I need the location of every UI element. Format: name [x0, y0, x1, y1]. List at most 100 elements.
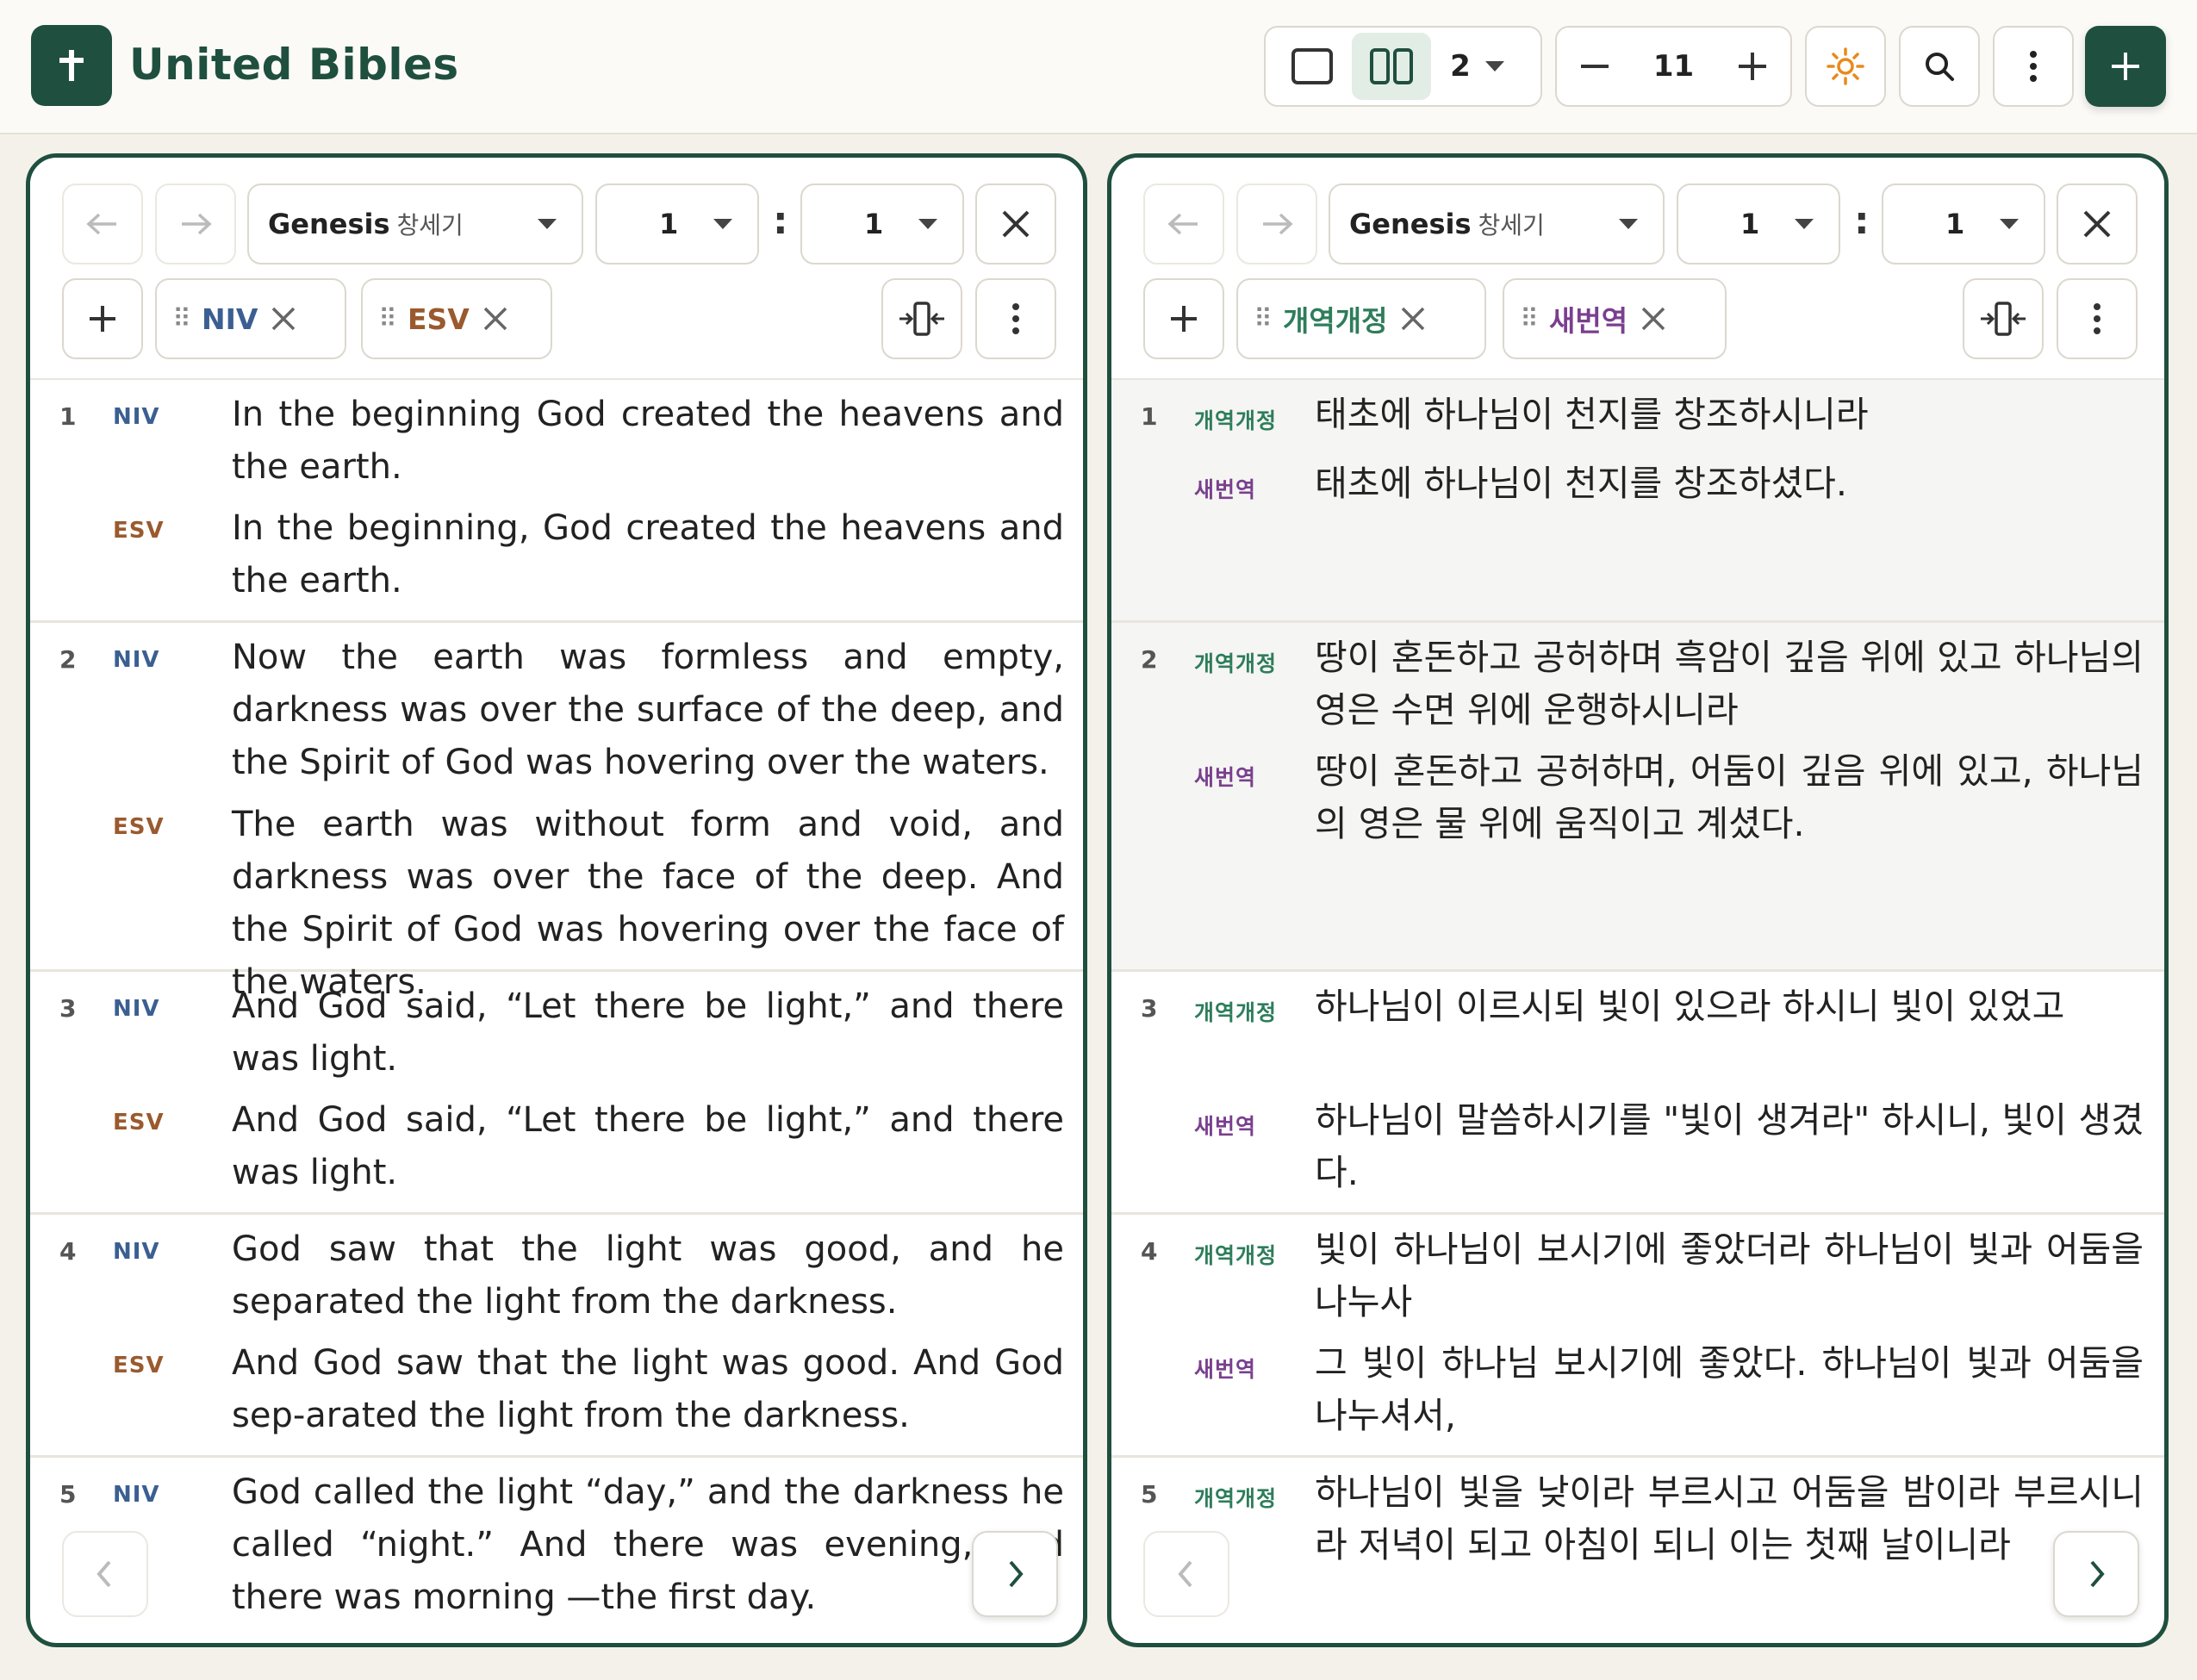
drag-handle-icon[interactable]: ⠿ — [1254, 304, 1273, 334]
remove-icon[interactable] — [270, 305, 297, 333]
verse-row[interactable]: 3 NIV And God said, “Let there be light,… — [30, 972, 1083, 1215]
verse-row[interactable]: 5 NIV God called the light “day,” and th… — [30, 1458, 1083, 1643]
remove-icon[interactable] — [1399, 305, 1427, 333]
chevron-down-icon — [1795, 219, 1814, 229]
translation-label: 새번역 — [1194, 765, 1257, 790]
forward-button[interactable] — [155, 184, 236, 264]
verse-number: 5 — [1141, 1480, 1158, 1509]
close-pane-button[interactable] — [2057, 184, 2138, 264]
font-size-control: 11 — [1555, 26, 1792, 107]
chapter-verse-separator: : — [773, 199, 788, 243]
translation-label: NIV — [113, 647, 160, 673]
verse-list: 1 개역개정 태초에 하나님이 천지를 창조하시니라 새번역 태초에 하나님이 … — [1111, 380, 2164, 1643]
verse-row[interactable]: 4 NIV God saw that the light was good, a… — [30, 1215, 1083, 1458]
pane-toolbar: Genesis 창세기 1 : 1 ⠿ NIV ⠿ ESV — [30, 158, 1083, 380]
translation-label: 개역개정 — [1194, 408, 1278, 433]
next-chapter-button[interactable] — [972, 1531, 1058, 1617]
previous-chapter-button[interactable] — [62, 1531, 148, 1617]
verse-text: And God said, “Let there be light,” and … — [232, 986, 1064, 1079]
translation-chip-label: ESV — [407, 302, 470, 336]
verse-number: 1 — [1141, 402, 1158, 431]
app-header: United Bibles 2 11 — [0, 0, 2197, 134]
verse-row[interactable]: 1 개역개정 태초에 하나님이 천지를 창조하시니라 새번역 태초에 하나님이 … — [1111, 380, 2164, 623]
plus-icon — [2112, 53, 2139, 80]
pane-menu-button[interactable] — [975, 278, 1056, 359]
plus-icon — [90, 306, 115, 332]
verse-row[interactable]: 4 개역개정 빛이 하나님이 보시기에 좋았더라 하나님이 빛과 어둠을 나누사… — [1111, 1215, 2164, 1458]
verse-row[interactable]: 1 NIV In the beginning God created the h… — [30, 380, 1083, 623]
search-button[interactable] — [1899, 26, 1980, 107]
pane-toolbar: Genesis 창세기 1 : 1 ⠿ 개역개정 ⠿ 새번역 — [1111, 158, 2164, 380]
verse-value: 1 — [1945, 208, 1965, 240]
plus-icon — [1171, 306, 1197, 332]
column-count-select[interactable]: 2 — [1431, 28, 1526, 105]
verse-select[interactable]: 1 — [1882, 184, 2045, 264]
chevron-down-icon — [1619, 219, 1638, 229]
sync-scroll-icon — [1981, 302, 2026, 336]
increase-font-icon[interactable] — [1735, 49, 1770, 84]
back-button[interactable] — [62, 184, 143, 264]
verse-number: 3 — [1141, 994, 1158, 1023]
theme-toggle-button[interactable] — [1805, 26, 1886, 107]
pane-menu-button[interactable] — [2057, 278, 2138, 359]
verse-value: 1 — [864, 208, 884, 240]
book-name: Genesis — [1349, 208, 1472, 240]
translation-chip-rnksv[interactable]: ⠿ 새번역 — [1503, 278, 1727, 359]
add-pane-button[interactable] — [2085, 26, 2166, 107]
verse-text: 태초에 하나님이 천지를 창조하셨다. — [1315, 463, 1847, 504]
verse-list: 1 NIV In the beginning God created the h… — [30, 380, 1083, 1643]
chapter-select[interactable]: 1 — [595, 184, 759, 264]
more-options-button[interactable] — [1993, 26, 2074, 107]
translation-chip-esv[interactable]: ⠿ ESV — [361, 278, 552, 359]
forward-button[interactable] — [1236, 184, 1317, 264]
remove-icon[interactable] — [482, 305, 509, 333]
verse-row[interactable]: 3 개역개정 하나님이 이르시되 빛이 있으라 하시니 빛이 있었고 새번역 하… — [1111, 972, 2164, 1215]
font-size-value: 11 — [1652, 49, 1695, 84]
close-pane-button[interactable] — [975, 184, 1056, 264]
book-select[interactable]: Genesis 창세기 — [1329, 184, 1665, 264]
add-translation-button[interactable] — [1143, 278, 1224, 359]
previous-chapter-button[interactable] — [1143, 1531, 1229, 1617]
translation-chip-niv[interactable]: ⠿ NIV — [155, 278, 346, 359]
drag-handle-icon[interactable]: ⠿ — [1520, 304, 1539, 334]
two-column-button[interactable] — [1352, 33, 1431, 100]
add-translation-button[interactable] — [62, 278, 143, 359]
chevron-down-icon — [713, 219, 732, 229]
sync-scroll-button[interactable] — [881, 278, 962, 359]
verse-text: 하나님이 말씀하시기를 "빛이 생겨라" 하시니, 빛이 생겼다. — [1315, 1099, 2144, 1193]
translation-chip-krv[interactable]: ⠿ 개역개정 — [1236, 278, 1486, 359]
kebab-menu-icon — [2030, 51, 2037, 82]
chevron-down-icon — [1484, 61, 1504, 72]
translation-label: ESV — [113, 518, 165, 544]
translation-label: 개역개정 — [1194, 651, 1278, 676]
verse-text: And God said, “Let there be light,” and … — [232, 1100, 1064, 1192]
kebab-menu-icon — [2094, 303, 2101, 334]
sync-scroll-button[interactable] — [1963, 278, 2044, 359]
decrease-font-icon[interactable] — [1578, 49, 1612, 84]
verse-row[interactable]: 2 개역개정 땅이 혼돈하고 공허하며 흑암이 깊음 위에 있고 하나님의 영은… — [1111, 623, 2164, 972]
verse-row[interactable]: 5 개역개정 하나님이 빛을 낮이라 부르시고 어둠을 밤이라 부르시니라 저녁… — [1111, 1458, 2164, 1643]
verse-text: God called the light “day,” and the dark… — [232, 1472, 1064, 1617]
verse-row[interactable]: 2 NIV Now the earth was formless and emp… — [30, 623, 1083, 1002]
drag-handle-icon[interactable]: ⠿ — [378, 304, 397, 334]
chapter-value: 1 — [1740, 208, 1760, 240]
translation-label: NIV — [113, 404, 160, 430]
book-select[interactable]: Genesis 창세기 — [247, 184, 583, 264]
next-chapter-button[interactable] — [2053, 1531, 2139, 1617]
drag-handle-icon[interactable]: ⠿ — [172, 304, 191, 334]
verse-select[interactable]: 1 — [800, 184, 964, 264]
chevron-left-icon — [1178, 1560, 1192, 1588]
chapter-select[interactable]: 1 — [1677, 184, 1840, 264]
verse-text: And God saw that the light was good. And… — [232, 1343, 1064, 1435]
translation-label: NIV — [113, 1482, 160, 1508]
translation-label: ESV — [113, 1110, 165, 1136]
translation-label: 개역개정 — [1194, 1486, 1278, 1511]
close-icon — [2083, 210, 2111, 238]
book-name-korean: 창세기 — [396, 211, 464, 240]
remove-icon[interactable] — [1640, 305, 1667, 333]
translation-label: 개역개정 — [1194, 1243, 1278, 1268]
single-column-button[interactable] — [1273, 28, 1352, 105]
back-button[interactable] — [1143, 184, 1224, 264]
verse-text: In the beginning God created the heavens… — [232, 395, 1064, 487]
book-select-value: Genesis 창세기 — [268, 207, 464, 241]
